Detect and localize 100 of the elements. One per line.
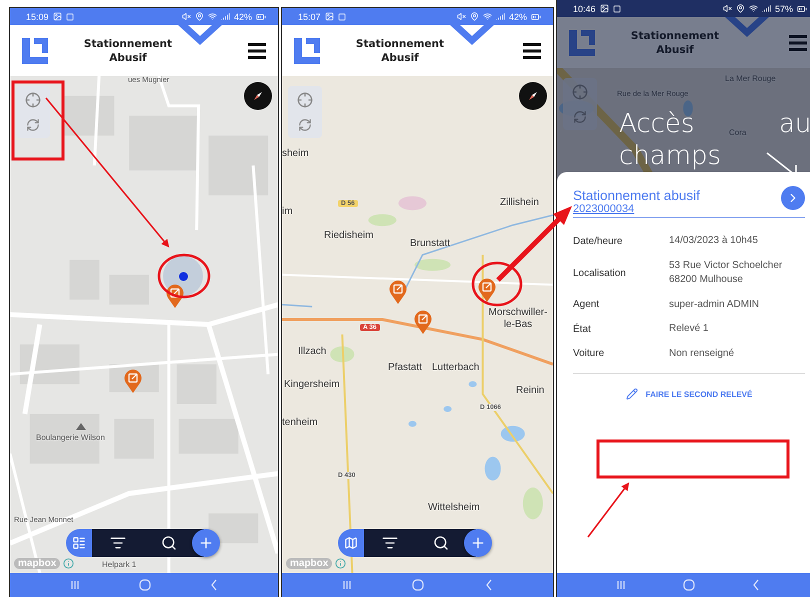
mute-icon — [456, 12, 466, 21]
shop-icon — [76, 423, 86, 430]
image-icon — [324, 12, 334, 21]
filter-button[interactable] — [382, 535, 398, 551]
map-pin-icon[interactable] — [124, 369, 142, 393]
map-attribution: mapbox — [14, 558, 60, 569]
record-number-link[interactable]: 2023000034 — [573, 203, 781, 215]
square-icon — [612, 4, 621, 12]
mute-icon — [722, 4, 732, 13]
open-details-button[interactable] — [781, 186, 805, 210]
field-label: Agent — [573, 299, 600, 310]
lake-area — [444, 406, 452, 412]
refresh-button[interactable] — [26, 118, 40, 132]
battery-icon — [531, 12, 541, 22]
menu-icon[interactable] — [523, 42, 541, 58]
battery-percent: 57% — [774, 4, 793, 14]
image-icon — [52, 12, 62, 21]
signal-icon — [762, 4, 771, 13]
map-label: Wittelsheim — [428, 502, 480, 514]
wifi-icon — [482, 12, 492, 21]
back-icon[interactable] — [752, 579, 760, 591]
map-label: im — [282, 206, 293, 218]
crosshair-icon — [25, 92, 41, 108]
crosshair-icon — [297, 92, 313, 108]
field-value: super-admin ADMIN — [669, 298, 760, 312]
search-button[interactable] — [160, 535, 176, 551]
battery-icon — [797, 4, 807, 14]
info-icon[interactable] — [335, 558, 346, 569]
field-value: 53 Rue Victor Schoelcher 68200 Mulhouse — [669, 258, 784, 287]
signal-icon — [496, 12, 505, 21]
compass-needle-icon — [251, 89, 265, 103]
lake-area — [408, 420, 416, 427]
recent-apps-icon[interactable] — [70, 580, 80, 590]
refresh-button[interactable] — [298, 118, 312, 132]
lake-area — [468, 381, 477, 388]
map-label: Zillishein — [500, 197, 539, 208]
map-pin-icon[interactable] — [478, 278, 496, 302]
search-button[interactable] — [432, 535, 448, 551]
dropdown-notch-icon[interactable] — [725, 17, 769, 39]
status-time: 15:09 — [26, 12, 49, 22]
map-label: Illzach — [298, 346, 326, 358]
menu-icon[interactable] — [248, 42, 266, 58]
battery-percent: 42% — [508, 12, 527, 22]
overlay-caption: au — [779, 109, 810, 139]
locate-button[interactable] — [25, 92, 41, 108]
app-title: Stationnement Abusif — [82, 36, 174, 64]
wifi-icon — [748, 4, 758, 13]
battery-percent: 42% — [234, 12, 252, 22]
park-area — [414, 258, 451, 271]
home-icon[interactable] — [682, 579, 695, 591]
home-icon[interactable] — [138, 579, 151, 591]
annotation-circle — [158, 254, 210, 298]
plus-icon — [470, 535, 486, 551]
square-icon — [66, 12, 74, 20]
location-icon — [194, 12, 204, 21]
map-attribution: mapbox — [286, 558, 332, 569]
info-icon[interactable] — [63, 558, 74, 569]
back-icon[interactable] — [210, 579, 218, 591]
field-label: État — [573, 324, 592, 335]
locate-button[interactable] — [297, 92, 313, 108]
card-title: Stationnement abusif — [573, 188, 701, 203]
field-label: Date/heure — [573, 236, 624, 247]
dropdown-notch-icon[interactable] — [178, 25, 222, 47]
dropdown-notch-icon[interactable] — [450, 25, 494, 47]
recent-apps-icon[interactable] — [342, 580, 352, 590]
annotation-arrow — [587, 482, 630, 538]
map-pin-icon[interactable] — [414, 310, 432, 334]
locate-button[interactable] — [572, 84, 588, 100]
refresh-icon — [26, 118, 40, 132]
app-title: Stationnement Abusif — [630, 28, 720, 56]
annotation-circle — [472, 262, 522, 306]
logo-icon — [567, 28, 597, 58]
map-label: Pfastatt — [388, 362, 422, 374]
second-reading-button[interactable]: FAIRE LE SECOND RELEVÉ — [622, 386, 756, 402]
back-icon[interactable] — [484, 579, 493, 591]
map-label: Helpark 1 — [102, 560, 136, 570]
logo-icon — [20, 36, 50, 66]
map-label: Brunstatt — [410, 238, 450, 250]
filter-button[interactable] — [110, 535, 126, 551]
lake-area — [500, 426, 525, 442]
map-label: Morschwiller-le-Bas — [488, 307, 548, 330]
crosshair-icon — [572, 84, 588, 100]
refresh-button[interactable] — [573, 110, 587, 124]
map-label: tenheim — [282, 417, 318, 428]
field-value: 14/03/2023 à 10h45 — [669, 234, 759, 248]
recent-apps-icon[interactable] — [616, 580, 626, 590]
logo-icon — [292, 36, 322, 66]
map-label: Boulangerie Wilson — [36, 433, 105, 442]
lake-area — [484, 456, 501, 481]
field-label: Localisation — [573, 268, 627, 278]
overlay-caption: champs — [619, 141, 722, 171]
home-icon[interactable] — [412, 579, 424, 591]
map-label: Lutterbach — [432, 362, 480, 374]
search-icon — [432, 535, 448, 551]
compass-needle-icon — [526, 89, 540, 103]
search-icon — [160, 535, 176, 551]
map-pin-icon[interactable] — [389, 280, 407, 304]
map-pin-icon[interactable] — [166, 284, 184, 308]
field-value: Non renseigné — [669, 346, 736, 360]
filter-icon — [382, 535, 398, 551]
